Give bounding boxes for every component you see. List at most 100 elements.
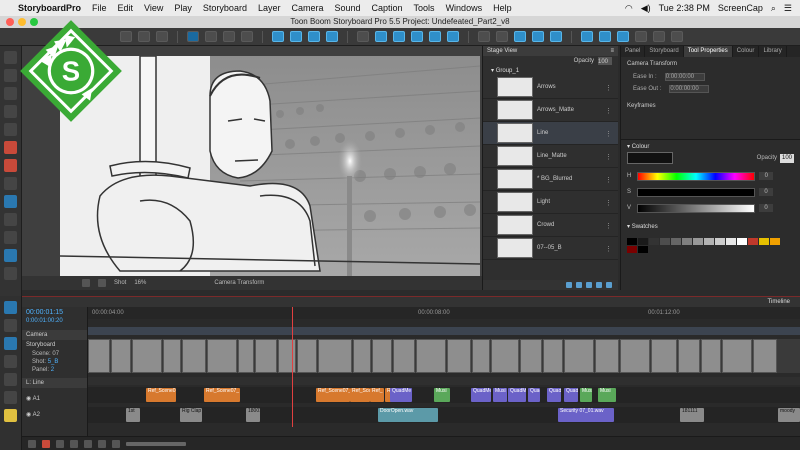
toolbar-button[interactable] [241, 31, 253, 42]
colour-swatch[interactable] [660, 238, 670, 245]
toolbar-button[interactable] [447, 31, 459, 42]
zoom-slider[interactable] [126, 441, 186, 446]
audio-clip[interactable]: Ref_Scene07_ [350, 388, 370, 402]
brush-tool-icon[interactable] [4, 87, 17, 100]
layer-menu-icon[interactable]: ⋮ [605, 84, 612, 92]
storyboard-panel-thumbnail[interactable] [416, 339, 446, 373]
timeline-title[interactable]: Timeline [768, 297, 790, 307]
audio-clip[interactable]: 181111 [680, 408, 704, 422]
onion-skin-icon[interactable] [82, 279, 90, 287]
toolbar-button[interactable] [496, 31, 508, 42]
menu-view[interactable]: View [144, 3, 163, 13]
layer-menu-icon[interactable]: ⋮ [605, 130, 612, 138]
footer-tool-icon[interactable] [70, 439, 78, 448]
layer-row[interactable]: Arrows ⋮ [483, 76, 618, 99]
storyboard-panel-thumbnail[interactable] [207, 339, 237, 373]
audio-clip[interactable]: 18001 [246, 408, 260, 422]
audio-clip[interactable]: Ref_Scene07_ [204, 388, 240, 402]
camera-track[interactable] [88, 327, 800, 335]
menu-play[interactable]: Play [174, 3, 192, 13]
colour-swatch[interactable] [704, 238, 714, 245]
storyboard-panel-thumbnail[interactable] [447, 339, 471, 373]
ellipse-tool-icon[interactable] [4, 195, 17, 208]
wifi-icon[interactable]: ◠ [625, 3, 633, 14]
add-layer-icon[interactable] [566, 282, 572, 288]
layer-menu-icon[interactable]: ⋮ [605, 199, 612, 207]
colour-swatch[interactable] [737, 238, 747, 245]
menu-file[interactable]: File [92, 3, 107, 13]
timeline-tool-icon[interactable] [4, 301, 17, 314]
audio-clip[interactable]: Ref_Scene07_ [146, 388, 176, 402]
menu-app[interactable]: StoryboardPro [18, 3, 81, 13]
timeline-tool-icon[interactable] [4, 391, 17, 404]
toolbar-button[interactable] [581, 31, 593, 42]
audio-clip[interactable]: QuadMe [547, 388, 561, 402]
menu-windows[interactable]: Windows [446, 3, 483, 13]
audio-clip[interactable]: QuadMe [471, 388, 491, 402]
timeline-tracks[interactable]: 00:00:04:00 00:00:08:00 00:01:12:00 Ref_… [88, 307, 800, 437]
eraser-tool-icon[interactable] [4, 141, 17, 154]
layer-row[interactable]: Line ⋮ [483, 122, 618, 145]
toolbar-button[interactable] [429, 31, 441, 42]
colour-swatch[interactable] [759, 238, 769, 245]
audio-clip[interactable]: 1st [126, 408, 140, 422]
storyboard-panel-thumbnail[interactable] [182, 339, 206, 373]
toolbar-button[interactable] [272, 31, 284, 42]
toolbar-button[interactable] [599, 31, 611, 42]
add-bitmap-layer-icon[interactable] [586, 282, 592, 288]
toolbar-button[interactable] [187, 31, 199, 42]
menu-storyboard[interactable]: Storyboard [203, 3, 247, 13]
audio-clip[interactable]: QuadMe [508, 388, 526, 402]
toolbar-button[interactable] [290, 31, 302, 42]
timeline-tool-icon[interactable] [4, 319, 17, 332]
select-tool-icon[interactable] [4, 51, 17, 64]
toolbar-button[interactable] [223, 31, 235, 42]
storyboard-panel-thumbnail[interactable] [520, 339, 542, 373]
footer-tool-icon[interactable] [98, 439, 106, 448]
layer-menu-icon[interactable]: ⋮ [605, 107, 612, 115]
toolbar-button[interactable] [514, 31, 526, 42]
record-icon[interactable] [42, 439, 50, 448]
tab-library[interactable]: Library [759, 46, 787, 57]
colour-swatch[interactable] [693, 238, 703, 245]
toolbar-button[interactable] [205, 31, 217, 42]
camera-track-label[interactable]: Camera [22, 330, 87, 340]
zoom-level[interactable]: 16% [134, 280, 146, 286]
toolbar-button[interactable] [671, 31, 683, 42]
menu-edit[interactable]: Edit [118, 3, 134, 13]
storyboard-panel-thumbnail[interactable] [491, 339, 519, 373]
storyboard-panel-thumbnail[interactable] [88, 339, 110, 373]
audio-clip[interactable]: QuadMe [528, 388, 540, 402]
toolbar-button[interactable] [478, 31, 490, 42]
storyboard-panel-thumbnail[interactable] [318, 339, 352, 373]
menu-list-icon[interactable]: ☰ [784, 3, 792, 14]
panel-menu-icon[interactable]: ≡ [610, 46, 614, 56]
text-tool-icon[interactable] [4, 123, 17, 136]
storyboard-panel-thumbnail[interactable] [564, 339, 594, 373]
storyboard-panel-thumbnail[interactable] [595, 339, 619, 373]
paint-tool-icon[interactable] [4, 159, 17, 172]
toolbar-button[interactable] [653, 31, 665, 42]
playhead[interactable] [292, 307, 293, 427]
toolbar-button[interactable] [635, 31, 647, 42]
layer-row[interactable]: Crowd ⋮ [483, 214, 618, 237]
audio-clip[interactable]: Musi [598, 388, 616, 402]
audio-clip[interactable]: Musi [434, 388, 450, 402]
footer-tool-icon[interactable] [56, 439, 64, 448]
audio-clip[interactable]: moody [778, 408, 800, 422]
toolbar-button[interactable] [532, 31, 544, 42]
storyboard-panel-thumbnail[interactable] [255, 339, 277, 373]
audio-track-a2[interactable]: 1st Rig Clap 18001 DoorOpen.wav Security 07_… [88, 407, 800, 423]
ease-in-input[interactable]: 0:00:00:00 [664, 73, 705, 81]
colour-swatch[interactable] [682, 238, 692, 245]
audio-clip[interactable]: Ref_ [370, 388, 384, 402]
storyboard-panel-thumbnail[interactable] [353, 339, 371, 373]
footer-tool-icon[interactable] [28, 439, 36, 448]
toolbar-button[interactable] [550, 31, 562, 42]
layer-row[interactable]: Line_Matte ⋮ [483, 145, 618, 168]
colour-swatch[interactable] [638, 238, 648, 245]
toolbar-button[interactable] [393, 31, 405, 42]
add-vector-layer-icon[interactable] [576, 282, 582, 288]
footer-tool-icon[interactable] [112, 439, 120, 448]
ease-out-input[interactable]: 0:00:00:00 [669, 85, 710, 93]
